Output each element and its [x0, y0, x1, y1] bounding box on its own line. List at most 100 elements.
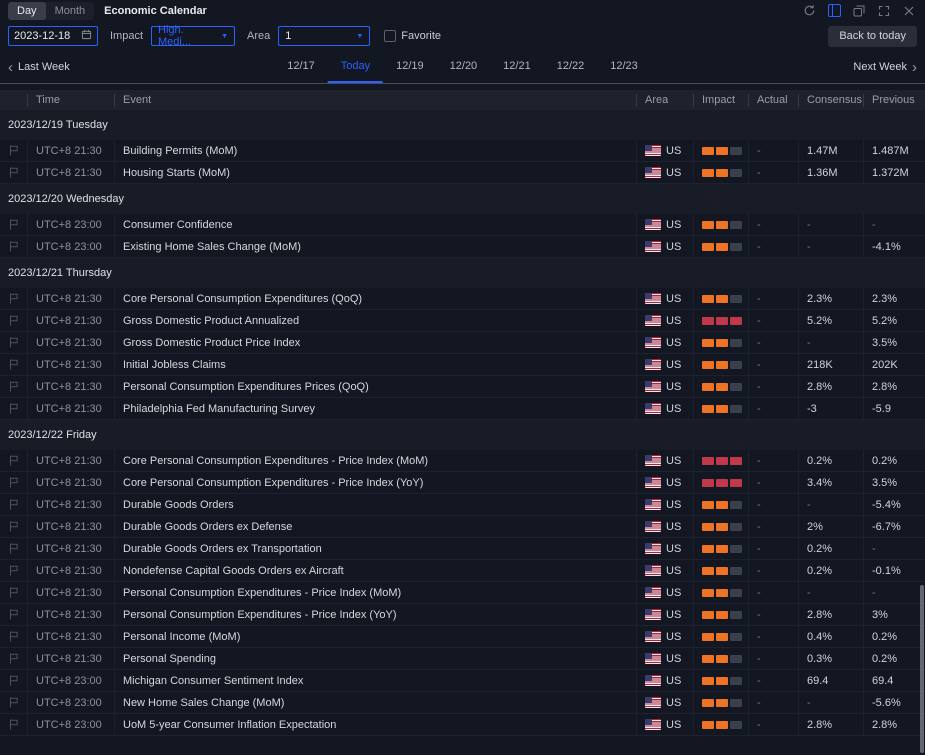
event-name[interactable]: Core Personal Consumption Expenditures -… — [115, 472, 637, 493]
bookmark-flag-icon[interactable] — [0, 214, 28, 235]
bookmark-flag-icon[interactable] — [0, 494, 28, 515]
event-name[interactable]: UoM 5-year Consumer Inflation Expectatio… — [115, 714, 637, 735]
favorite-checkbox[interactable] — [384, 30, 396, 42]
tab-day[interactable]: Day — [8, 2, 46, 20]
event-row[interactable]: UTC+8 23:00New Home Sales Change (MoM)US… — [0, 692, 925, 714]
actual-value: - — [749, 516, 799, 537]
bookmark-flag-icon[interactable] — [0, 692, 28, 713]
bookmark-flag-icon[interactable] — [0, 670, 28, 691]
impact-dropdown[interactable]: High. Medi... ▼ — [151, 26, 235, 46]
week-day[interactable]: 12/17 — [274, 51, 328, 83]
bookmark-flag-icon[interactable] — [0, 332, 28, 353]
event-name[interactable]: Core Personal Consumption Expenditures -… — [115, 450, 637, 471]
event-name[interactable]: Personal Consumption Expenditures - Pric… — [115, 582, 637, 603]
close-icon[interactable] — [901, 3, 917, 19]
event-row[interactable]: UTC+8 21:30Philadelphia Fed Manufacturin… — [0, 398, 925, 420]
event-name[interactable]: Gross Domestic Product Price Index — [115, 332, 637, 353]
date-value: 2023-12-18 — [14, 30, 70, 42]
event-row[interactable]: UTC+8 21:30Gross Domestic Product Annual… — [0, 310, 925, 332]
event-name[interactable]: Philadelphia Fed Manufacturing Survey — [115, 398, 637, 419]
event-name[interactable]: Consumer Confidence — [115, 214, 637, 235]
event-name[interactable]: Personal Spending — [115, 648, 637, 669]
bookmark-flag-icon[interactable] — [0, 472, 28, 493]
event-row[interactable]: UTC+8 21:30Core Personal Consumption Exp… — [0, 450, 925, 472]
bookmark-flag-icon[interactable] — [0, 236, 28, 257]
last-week-button[interactable]: ‹ Last Week — [8, 51, 70, 83]
event-row[interactable]: UTC+8 21:30Personal Consumption Expendit… — [0, 604, 925, 626]
week-day[interactable]: 12/22 — [544, 51, 598, 83]
week-day[interactable]: Today — [328, 51, 383, 83]
event-row[interactable]: UTC+8 21:30Personal Consumption Expendit… — [0, 376, 925, 398]
bookmark-flag-icon[interactable] — [0, 450, 28, 471]
event-row[interactable]: UTC+8 21:30Core Personal Consumption Exp… — [0, 472, 925, 494]
bookmark-flag-icon[interactable] — [0, 354, 28, 375]
impact-bar — [730, 361, 742, 369]
bookmark-flag-icon[interactable] — [0, 162, 28, 183]
event-row[interactable]: UTC+8 21:30Housing Starts (MoM)US-1.36M1… — [0, 162, 925, 184]
event-row[interactable]: UTC+8 23:00Consumer ConfidenceUS--- — [0, 214, 925, 236]
event-row[interactable]: UTC+8 21:30Personal SpendingUS-0.3%0.2% — [0, 648, 925, 670]
event-name[interactable]: Durable Goods Orders — [115, 494, 637, 515]
bookmark-flag-icon[interactable] — [0, 310, 28, 331]
event-row[interactable]: UTC+8 23:00Existing Home Sales Change (M… — [0, 236, 925, 258]
week-day[interactable]: 12/21 — [490, 51, 544, 83]
favorite-filter[interactable]: Favorite — [384, 30, 441, 42]
week-day[interactable]: 12/23 — [597, 51, 651, 83]
event-name[interactable]: Personal Income (MoM) — [115, 626, 637, 647]
event-row[interactable]: UTC+8 21:30Gross Domestic Product Price … — [0, 332, 925, 354]
event-name[interactable]: Existing Home Sales Change (MoM) — [115, 236, 637, 257]
popout-icon[interactable] — [851, 3, 867, 19]
panel-toggle-icon[interactable] — [826, 3, 842, 19]
event-row[interactable]: UTC+8 21:30Durable Goods Orders ex Defen… — [0, 516, 925, 538]
event-name[interactable]: Personal Consumption Expenditures Prices… — [115, 376, 637, 397]
event-name[interactable]: Gross Domestic Product Annualized — [115, 310, 637, 331]
event-name[interactable]: Initial Jobless Claims — [115, 354, 637, 375]
scrollbar-thumb[interactable] — [920, 585, 924, 753]
event-row[interactable]: UTC+8 23:00Michigan Consumer Sentiment I… — [0, 670, 925, 692]
event-name[interactable]: Nondefense Capital Goods Orders ex Aircr… — [115, 560, 637, 581]
event-row[interactable]: UTC+8 21:30Personal Consumption Expendit… — [0, 582, 925, 604]
bookmark-flag-icon[interactable] — [0, 648, 28, 669]
bookmark-flag-icon[interactable] — [0, 714, 28, 735]
date-picker[interactable]: 2023-12-18 — [8, 26, 98, 46]
bookmark-flag-icon[interactable] — [0, 626, 28, 647]
back-to-today-button[interactable]: Back to today — [828, 26, 917, 47]
event-row[interactable]: UTC+8 21:30Building Permits (MoM)US-1.47… — [0, 140, 925, 162]
bookmark-flag-icon[interactable] — [0, 560, 28, 581]
event-row[interactable]: UTC+8 21:30Durable Goods OrdersUS---5.4% — [0, 494, 925, 516]
bookmark-flag-icon[interactable] — [0, 140, 28, 161]
consensus-value: - — [799, 692, 864, 713]
week-day[interactable]: 12/20 — [437, 51, 491, 83]
bookmark-flag-icon[interactable] — [0, 604, 28, 625]
tab-month[interactable]: Month — [46, 2, 95, 20]
event-name[interactable]: Housing Starts (MoM) — [115, 162, 637, 183]
event-row[interactable]: UTC+8 21:30Nondefense Capital Goods Orde… — [0, 560, 925, 582]
scrollbar[interactable] — [920, 88, 925, 755]
chevron-left-icon: ‹ — [8, 60, 13, 75]
event-row[interactable]: UTC+8 21:30Personal Income (MoM)US-0.4%0… — [0, 626, 925, 648]
event-name[interactable]: Core Personal Consumption Expenditures (… — [115, 288, 637, 309]
event-row[interactable]: UTC+8 21:30Initial Jobless ClaimsUS-218K… — [0, 354, 925, 376]
bookmark-flag-icon[interactable] — [0, 538, 28, 559]
event-row[interactable]: UTC+8 21:30Core Personal Consumption Exp… — [0, 288, 925, 310]
bookmark-flag-icon[interactable] — [0, 582, 28, 603]
event-name[interactable]: Durable Goods Orders ex Transportation — [115, 538, 637, 559]
event-row[interactable]: UTC+8 23:00UoM 5-year Consumer Inflation… — [0, 714, 925, 736]
event-name[interactable]: Personal Consumption Expenditures - Pric… — [115, 604, 637, 625]
impact-bar — [702, 383, 714, 391]
area-dropdown[interactable]: 1 ▼ — [278, 26, 370, 46]
event-row[interactable]: UTC+8 21:30Durable Goods Orders ex Trans… — [0, 538, 925, 560]
event-name[interactable]: Durable Goods Orders ex Defense — [115, 516, 637, 537]
event-name[interactable]: New Home Sales Change (MoM) — [115, 692, 637, 713]
event-name[interactable]: Building Permits (MoM) — [115, 140, 637, 161]
event-name[interactable]: Michigan Consumer Sentiment Index — [115, 670, 637, 691]
fullscreen-icon[interactable] — [876, 3, 892, 19]
bookmark-flag-icon[interactable] — [0, 376, 28, 397]
impact-bar — [730, 655, 742, 663]
next-week-button[interactable]: Next Week › — [853, 51, 917, 83]
bookmark-flag-icon[interactable] — [0, 516, 28, 537]
bookmark-flag-icon[interactable] — [0, 288, 28, 309]
bookmark-flag-icon[interactable] — [0, 398, 28, 419]
week-day[interactable]: 12/19 — [383, 51, 437, 83]
refresh-icon[interactable] — [801, 3, 817, 19]
